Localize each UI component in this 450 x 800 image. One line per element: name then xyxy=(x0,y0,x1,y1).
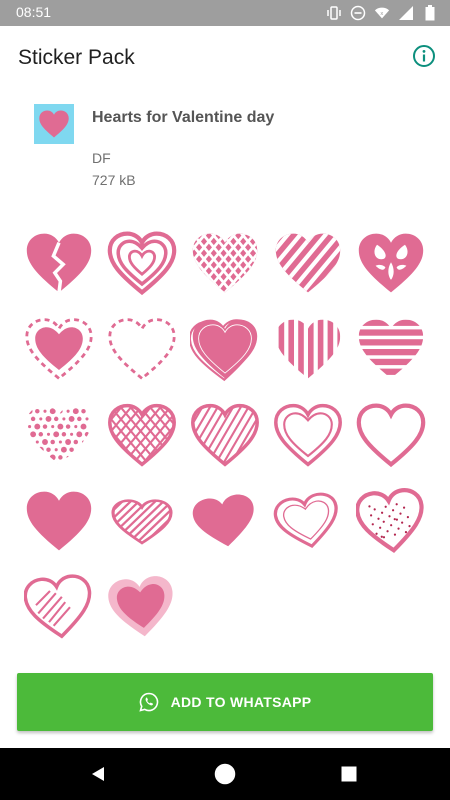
sticker-horizontal-stripes[interactable] xyxy=(349,306,432,392)
sticker-vertical-stripes[interactable] xyxy=(266,306,349,392)
sticker-outline[interactable] xyxy=(349,392,432,478)
recents-icon xyxy=(341,766,357,782)
status-bar: 08:51 x xyxy=(0,0,450,26)
do-not-disturb-icon xyxy=(350,4,366,22)
battery-icon xyxy=(422,4,438,22)
sticker-dashed-outline[interactable] xyxy=(100,306,183,392)
add-to-whatsapp-label: ADD TO WHATSAPP xyxy=(170,694,312,710)
heart-icon xyxy=(356,403,425,468)
heart-icon xyxy=(355,488,424,553)
back-button[interactable] xyxy=(86,762,110,786)
sticker-outline-nested[interactable] xyxy=(100,220,183,306)
heart-icon xyxy=(278,319,340,379)
sticker-outline-tilted[interactable] xyxy=(266,478,349,564)
heart-icon xyxy=(189,319,257,382)
tray-image xyxy=(34,104,74,144)
heart-icon xyxy=(107,403,176,467)
heart-icon xyxy=(26,408,90,465)
sticker-filled-tilted[interactable] xyxy=(183,478,266,564)
page-title: Sticker Pack xyxy=(18,46,135,69)
pack-publisher: DF xyxy=(92,150,111,166)
sticker-sketch-stripes[interactable] xyxy=(100,478,183,564)
home-button[interactable] xyxy=(213,762,237,786)
heart-icon xyxy=(110,499,173,545)
info-button[interactable] xyxy=(412,44,436,68)
sticker-crosshatch[interactable] xyxy=(100,392,183,478)
heart-icon xyxy=(26,233,91,293)
svg-text:x: x xyxy=(380,11,383,17)
heart-icon xyxy=(107,231,176,296)
heart-icon xyxy=(358,319,423,379)
sticker-speckled[interactable] xyxy=(349,478,432,564)
sticker-hatched[interactable] xyxy=(183,392,266,478)
sticker-scribble-outline[interactable] xyxy=(17,564,100,650)
heart-icon xyxy=(192,233,257,293)
sticker-double-outline[interactable] xyxy=(266,392,349,478)
heart-icon xyxy=(273,492,338,548)
navigation-bar xyxy=(0,748,450,800)
sticker-filled[interactable] xyxy=(17,478,100,564)
heart-icon xyxy=(24,318,93,381)
info-icon xyxy=(413,45,435,67)
back-icon xyxy=(92,767,104,781)
sticker-scribble[interactable] xyxy=(183,306,266,392)
vibrate-icon xyxy=(326,4,342,22)
heart-icon xyxy=(273,403,342,467)
heart-icon xyxy=(190,403,259,467)
heart-icon xyxy=(275,233,340,293)
whatsapp-icon xyxy=(138,692,159,712)
wifi-icon: x xyxy=(374,4,390,22)
sticker-ornament[interactable] xyxy=(349,220,432,306)
heart-icon xyxy=(26,491,91,551)
heart-icon xyxy=(192,494,254,547)
pack-name: Hearts for Valentine day xyxy=(92,109,275,126)
heart-icon xyxy=(23,574,91,639)
add-to-whatsapp-button[interactable]: ADD TO WHATSAPP xyxy=(17,673,433,731)
pack-size: 727 kB xyxy=(92,172,136,188)
sticker-diagonal-stripes[interactable] xyxy=(266,220,349,306)
sticker-lattice[interactable] xyxy=(183,220,266,306)
sticker-dots[interactable] xyxy=(17,392,100,478)
sticker-broken[interactable] xyxy=(17,220,100,306)
heart-icon xyxy=(358,233,423,293)
sticker-pale-bordered[interactable] xyxy=(100,564,183,650)
cellular-icon xyxy=(398,4,414,22)
home-icon xyxy=(214,763,236,785)
sticker-grid xyxy=(17,220,433,650)
status-icons: x xyxy=(326,4,438,22)
status-time: 08:51 xyxy=(16,4,52,20)
heart-icon xyxy=(107,576,172,637)
recents-button[interactable] xyxy=(337,762,361,786)
heart-icon xyxy=(107,318,176,381)
heart-icon xyxy=(39,110,69,138)
pack-header: Hearts for Valentine day DF 727 kB xyxy=(0,88,450,198)
app-bar: Sticker Pack xyxy=(0,26,450,88)
sticker-dashed-filled[interactable] xyxy=(17,306,100,392)
